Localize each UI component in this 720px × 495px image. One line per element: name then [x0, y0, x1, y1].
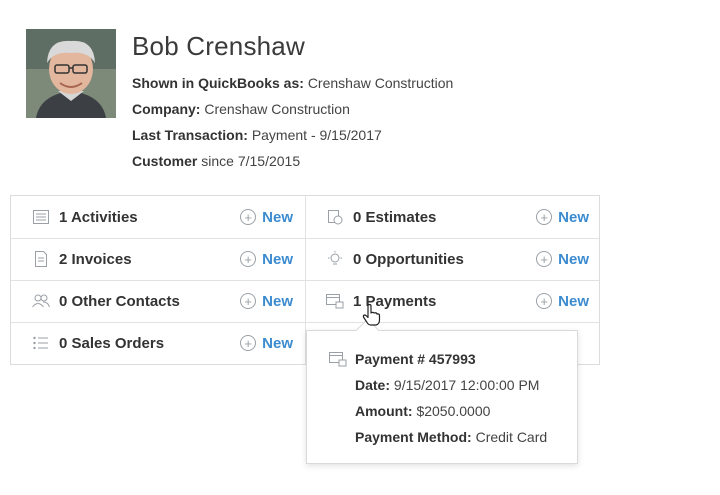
new-contact-button[interactable]: + New	[240, 280, 293, 322]
tile-invoices[interactable]: 2 Invoices + New	[31, 238, 305, 280]
tile-opportunities-label: 0 Opportunities	[353, 250, 464, 268]
avatar	[26, 29, 116, 118]
payment-date: Date: 9/15/2017 12:00:00 PM	[355, 377, 539, 393]
tile-sales-orders[interactable]: 0 Sales Orders + New	[31, 322, 305, 364]
payment-amount-label: Amount:	[355, 403, 413, 419]
new-label: New	[558, 250, 589, 268]
hand-cursor-icon	[362, 303, 382, 331]
customer-since-line: Customer since 7/15/2015	[132, 153, 300, 169]
tile-other-contacts[interactable]: 0 Other Contacts + New	[31, 280, 305, 322]
lightbulb-icon	[325, 249, 345, 269]
payment-date-label: Date:	[355, 377, 391, 393]
customer-name: Bob Crenshaw	[132, 31, 305, 61]
new-label: New	[558, 292, 589, 310]
last-transaction-label: Last Transaction:	[132, 127, 248, 143]
payment-icon	[325, 291, 345, 311]
last-transaction-line: Last Transaction: Payment - 9/15/2017	[132, 127, 382, 143]
tile-invoices-label: 2 Invoices	[59, 250, 132, 268]
payment-icon	[329, 351, 347, 372]
plus-icon: +	[240, 209, 257, 225]
plus-icon: +	[240, 293, 257, 309]
payment-title-text: Payment # 457993	[355, 351, 476, 367]
payment-title[interactable]: Payment # 457993	[355, 351, 476, 367]
new-invoice-button[interactable]: + New	[240, 238, 293, 280]
payment-amount-value: $2050.0000	[416, 403, 491, 419]
payment-popover: Payment # 457993 Date: 9/15/2017 12:00:0…	[306, 318, 578, 464]
tile-opportunities[interactable]: 0 Opportunities + New	[325, 238, 601, 280]
tile-estimates-label: 0 Estimates	[353, 208, 437, 226]
new-label: New	[262, 208, 293, 226]
tile-activities-label: 1 Activities	[59, 208, 138, 226]
shown-as-line: Shown in QuickBooks as: Crenshaw Constru…	[132, 75, 453, 91]
last-transaction-value: Payment - 9/15/2017	[251, 127, 382, 143]
payment-method: Payment Method: Credit Card	[355, 429, 547, 445]
customer-since-label: Customer	[132, 153, 198, 169]
new-payment-button[interactable]: + New	[536, 280, 589, 322]
new-label: New	[262, 334, 293, 352]
new-label: New	[262, 250, 293, 268]
plus-icon: +	[536, 251, 553, 267]
invoice-icon	[31, 249, 51, 269]
payment-method-label: Payment Method:	[355, 429, 472, 445]
list-icon	[31, 207, 51, 227]
new-estimate-button[interactable]: + New	[536, 196, 589, 238]
new-label: New	[262, 292, 293, 310]
company-label: Company:	[132, 101, 201, 117]
tile-other-contacts-label: 0 Other Contacts	[59, 292, 180, 310]
new-sales-order-button[interactable]: + New	[240, 322, 293, 364]
new-label: New	[558, 208, 589, 226]
payment-date-value: 9/15/2017 12:00:00 PM	[393, 377, 540, 393]
shown-as-value: Crenshaw Construction	[307, 75, 454, 91]
plus-icon: +	[240, 251, 257, 267]
new-opportunity-button[interactable]: + New	[536, 238, 589, 280]
plus-icon: +	[536, 293, 553, 309]
tile-activities[interactable]: 1 Activities + New	[31, 196, 305, 238]
new-activity-button[interactable]: + New	[240, 196, 293, 238]
tile-sales-orders-label: 0 Sales Orders	[59, 334, 165, 352]
company-value: Crenshaw Construction	[204, 101, 350, 117]
customer-since-value: since 7/15/2015	[201, 153, 301, 169]
payment-method-value: Credit Card	[475, 429, 548, 445]
contacts-icon	[31, 291, 51, 311]
tile-estimates[interactable]: 0 Estimates + New	[325, 196, 601, 238]
company-line: Company: Crenshaw Construction	[132, 101, 350, 117]
bullet-list-icon	[31, 333, 51, 353]
shown-as-label: Shown in QuickBooks as:	[132, 75, 304, 91]
plus-icon: +	[240, 335, 257, 351]
payment-amount: Amount: $2050.0000	[355, 403, 490, 419]
estimate-icon	[325, 207, 345, 227]
plus-icon: +	[536, 209, 553, 225]
